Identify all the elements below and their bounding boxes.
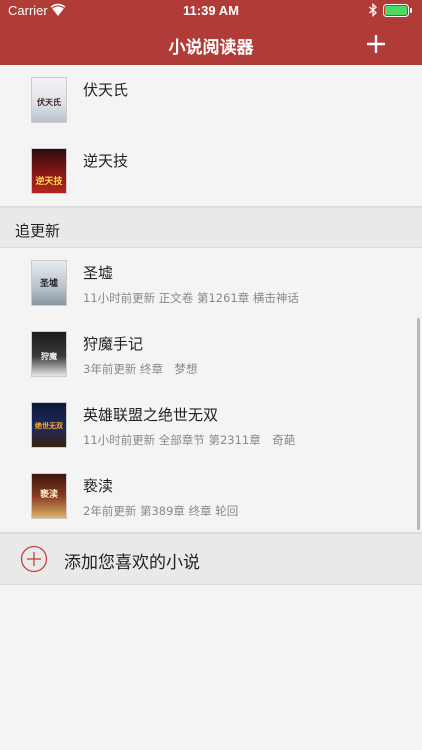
book-cover-title: 伏天氏 <box>37 98 61 107</box>
book-title: 亵渎 <box>83 477 114 495</box>
book-update-info: 2年前更新 第389章 终章 轮回 <box>83 504 239 518</box>
bluetooth-icon <box>369 3 377 17</box>
add-novel-label: 添加您喜欢的小说 <box>64 553 200 573</box>
add-book-icon[interactable] <box>364 32 388 56</box>
book-cover-image: 狩魔 <box>31 331 67 377</box>
book-cover-image: 逆天技 <box>31 148 67 194</box>
scroll-indicator[interactable] <box>417 318 420 530</box>
page-title: 小说阅读器 <box>168 38 254 58</box>
book-update-info: 3年前更新 终章 梦想 <box>83 362 198 376</box>
book-cover-title: 逆天技 <box>35 177 63 187</box>
book-row[interactable]: 狩魔 狩魔手记 3年前更新 终章 梦想 <box>0 319 422 391</box>
book-title: 圣墟 <box>83 264 114 282</box>
book-cover-image: 伏天氏 <box>31 77 67 123</box>
book-row[interactable]: 绝世无双 英雄联盟之绝世无双 11小时前更新 全部章节 第2311章 奇葩 <box>0 390 422 462</box>
book-title: 逆天技 <box>83 152 129 170</box>
add-circle-icon <box>20 545 48 573</box>
section-header: 追更新 <box>0 207 422 248</box>
book-cover-title: 亵渎 <box>39 490 58 500</box>
book-cover-title: 圣墟 <box>39 279 58 289</box>
book-cover-image: 绝世无双 <box>31 402 67 448</box>
book-cover-image: 亵渎 <box>31 473 67 519</box>
book-cover-title: 狩魔 <box>41 352 57 361</box>
battery-icon <box>383 4 412 17</box>
clock-label: 11:39 AM <box>183 3 239 18</box>
book-row[interactable]: 亵渎 亵渎 2年前更新 第389章 终章 轮回 <box>0 461 422 533</box>
section-title: 追更新 <box>15 222 61 240</box>
book-row[interactable]: 逆天技 逆天技 <box>0 136 422 207</box>
book-row[interactable]: 伏天氏 伏天氏 <box>0 65 422 137</box>
navigation-bar: Carrier 11:39 AM 小说阅读器 <box>0 0 422 65</box>
book-cover-title: 绝世无双 <box>35 422 63 430</box>
add-novel-button[interactable]: 添加您喜欢的小说 <box>0 533 422 585</box>
book-title: 英雄联盟之绝世无双 <box>83 406 219 424</box>
book-update-info: 11小时前更新 正文卷 第1261章 横击神话 <box>83 291 299 305</box>
book-title: 狩魔手记 <box>83 335 144 353</box>
book-title: 伏天氏 <box>83 81 129 99</box>
status-bar: Carrier 11:39 AM <box>0 0 422 22</box>
book-row[interactable]: 圣墟 圣墟 11小时前更新 正文卷 第1261章 横击神话 <box>0 248 422 320</box>
book-update-info: 11小时前更新 全部章节 第2311章 奇葩 <box>83 433 296 447</box>
book-cover-image: 圣墟 <box>31 260 67 306</box>
